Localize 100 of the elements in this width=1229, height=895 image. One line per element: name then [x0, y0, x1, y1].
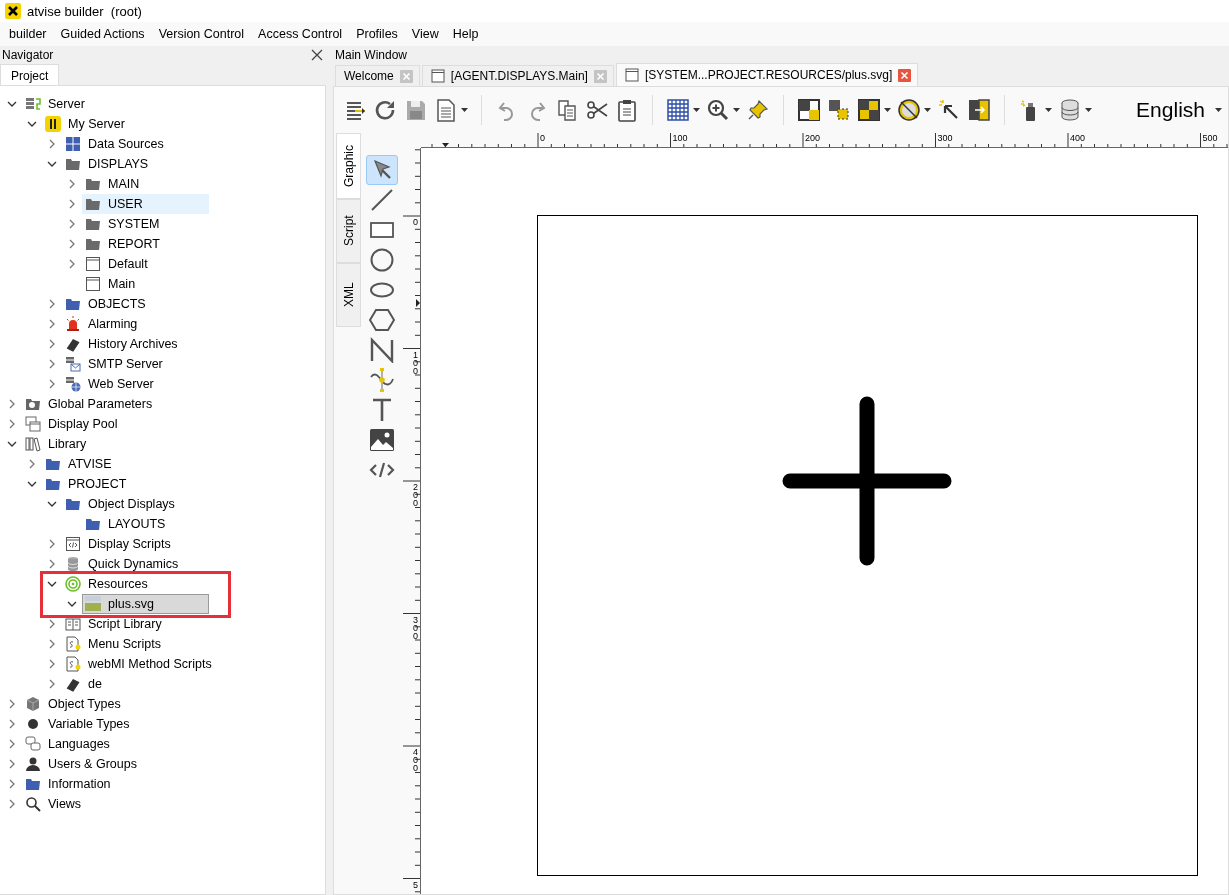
tree-item[interactable]: Global Parameters: [22, 394, 157, 414]
menu-item[interactable]: Access Control: [251, 25, 350, 43]
line-tool-icon[interactable]: [369, 187, 395, 213]
ruler-label: 200: [413, 483, 419, 507]
panel-tab[interactable]: Project: [0, 64, 60, 86]
zoom-icon[interactable]: [706, 98, 730, 122]
tree-item[interactable]: de: [62, 674, 189, 694]
side-tab[interactable]: XML: [336, 263, 361, 327]
folder-icon: [45, 456, 61, 472]
database-icon[interactable]: [1058, 98, 1082, 122]
app-logo-icon: [5, 3, 21, 19]
ruler-label: 400: [1070, 133, 1086, 143]
tree-item[interactable]: Languages: [22, 734, 149, 754]
tree-item[interactable]: USER: [82, 194, 209, 214]
hexagon-tool-icon[interactable]: [369, 307, 395, 333]
close-icon[interactable]: [898, 68, 912, 82]
folder-icon: [85, 196, 101, 212]
side-tab[interactable]: Script: [336, 199, 361, 263]
ruler-label: 0: [413, 218, 419, 226]
caret-icon[interactable]: [461, 108, 468, 112]
ruler-label: 100: [672, 133, 688, 143]
image-tool-icon[interactable]: [369, 427, 395, 453]
panel-title: Navigator: [2, 48, 54, 62]
document-tab[interactable]: [AGENT.DISPLAYS.Main]: [421, 65, 614, 86]
ruler-label: 400: [413, 748, 419, 772]
tree-item[interactable]: LAYOUTS: [82, 514, 209, 534]
tree-item[interactable]: OBJECTS: [62, 294, 189, 314]
tree-item[interactable]: Object Displays: [62, 494, 189, 514]
menu-item[interactable]: Help: [445, 25, 486, 43]
code-page-icon: [65, 536, 81, 552]
folder-icon: [45, 476, 61, 492]
folder-icon: [85, 176, 101, 192]
ruler-label: 200: [805, 133, 821, 143]
document-tab[interactable]: [SYSTEM...PROJECT.RESOURCES/plus.svg]: [615, 63, 919, 86]
side-tab[interactable]: Graphic: [336, 133, 361, 199]
close-icon[interactable]: [310, 48, 324, 62]
tree-item[interactable]: REPORT: [82, 234, 209, 254]
ruler-label: 0: [540, 133, 545, 143]
caret-icon[interactable]: [924, 108, 931, 112]
dotted-squares-icon[interactable]: [827, 98, 851, 122]
save-icon[interactable]: [404, 98, 428, 122]
tree-item[interactable]: Information: [22, 774, 149, 794]
tree-item[interactable]: SYSTEM: [82, 214, 209, 234]
curve-tool-icon[interactable]: [369, 367, 395, 393]
circle-slash-icon[interactable]: [897, 98, 921, 122]
split-arrow-icon[interactable]: [967, 98, 991, 122]
checker-icon[interactable]: [857, 98, 881, 122]
folder-icon: [85, 216, 101, 232]
tree-item[interactable]: Server: [22, 94, 149, 114]
tree-item[interactable]: Resources: [62, 574, 189, 594]
grid-icon[interactable]: [666, 98, 690, 122]
align-icon[interactable]: [797, 98, 821, 122]
menu-item[interactable]: builder: [2, 25, 54, 43]
tree-item[interactable]: Quick Dynamics: [62, 554, 189, 574]
tree-item[interactable]: Display Scripts: [62, 534, 189, 554]
menu-item[interactable]: Guided Actions: [53, 25, 152, 43]
caret-icon[interactable]: [1085, 108, 1092, 112]
menu-item[interactable]: View: [404, 25, 446, 43]
caret-icon[interactable]: [733, 108, 740, 112]
tree-item[interactable]: ATVISE: [42, 454, 169, 474]
tree-item[interactable]: Main: [82, 274, 209, 294]
tree-item[interactable]: Menu Scripts: [62, 634, 189, 654]
tree-item[interactable]: Library: [22, 434, 149, 454]
stacked-windows-icon: [25, 416, 41, 432]
speech-bubbles-icon: [25, 736, 41, 752]
grid-icon: [65, 136, 81, 152]
tree-item[interactable]: Script Library: [62, 614, 189, 634]
tree-item[interactable]: plus.svg: [82, 594, 209, 614]
tree-item[interactable]: SMTP Server: [62, 354, 189, 374]
tree-item[interactable]: Data Sources: [62, 134, 189, 154]
tree-item[interactable]: DISPLAYS: [62, 154, 189, 174]
document-icon[interactable]: [434, 98, 458, 122]
pin-icon[interactable]: [746, 98, 770, 122]
tree-item[interactable]: Alarming: [62, 314, 189, 334]
tree-item[interactable]: Default: [82, 254, 209, 274]
tree-item[interactable]: Web Server: [62, 374, 189, 394]
copy-icon[interactable]: [555, 98, 579, 122]
caret-icon[interactable]: [693, 108, 700, 112]
tree-item[interactable]: PROJECT: [42, 474, 169, 494]
tree-item[interactable]: Variable Types: [22, 714, 149, 734]
folder-camera-icon: [25, 396, 41, 412]
tree-item[interactable]: Views: [22, 794, 149, 814]
tree-item[interactable]: History Archives: [62, 334, 189, 354]
caret-icon[interactable]: [884, 108, 891, 112]
menu-item[interactable]: Version Control: [151, 25, 252, 43]
clipboard-icon[interactable]: [615, 98, 639, 122]
tree-item[interactable]: My Server: [42, 114, 169, 134]
document-tab[interactable]: Welcome: [335, 65, 420, 86]
tree-item[interactable]: Display Pool: [22, 414, 149, 434]
caret-icon[interactable]: [1045, 108, 1052, 112]
circle-tool-icon[interactable]: [369, 247, 395, 273]
scissors-icon[interactable]: [585, 98, 609, 122]
tree-item[interactable]: Users & Groups: [22, 754, 149, 774]
menu-item[interactable]: Profiles: [349, 25, 405, 43]
language-dropdown[interactable]: English: [1136, 98, 1228, 122]
polyline-tool-icon[interactable]: [369, 337, 395, 363]
tree-item[interactable]: webMI Method Scripts: [62, 654, 216, 674]
tree-item[interactable]: Object Types: [22, 694, 149, 714]
dot-icon: [25, 716, 41, 732]
tree-item[interactable]: MAIN: [82, 174, 209, 194]
